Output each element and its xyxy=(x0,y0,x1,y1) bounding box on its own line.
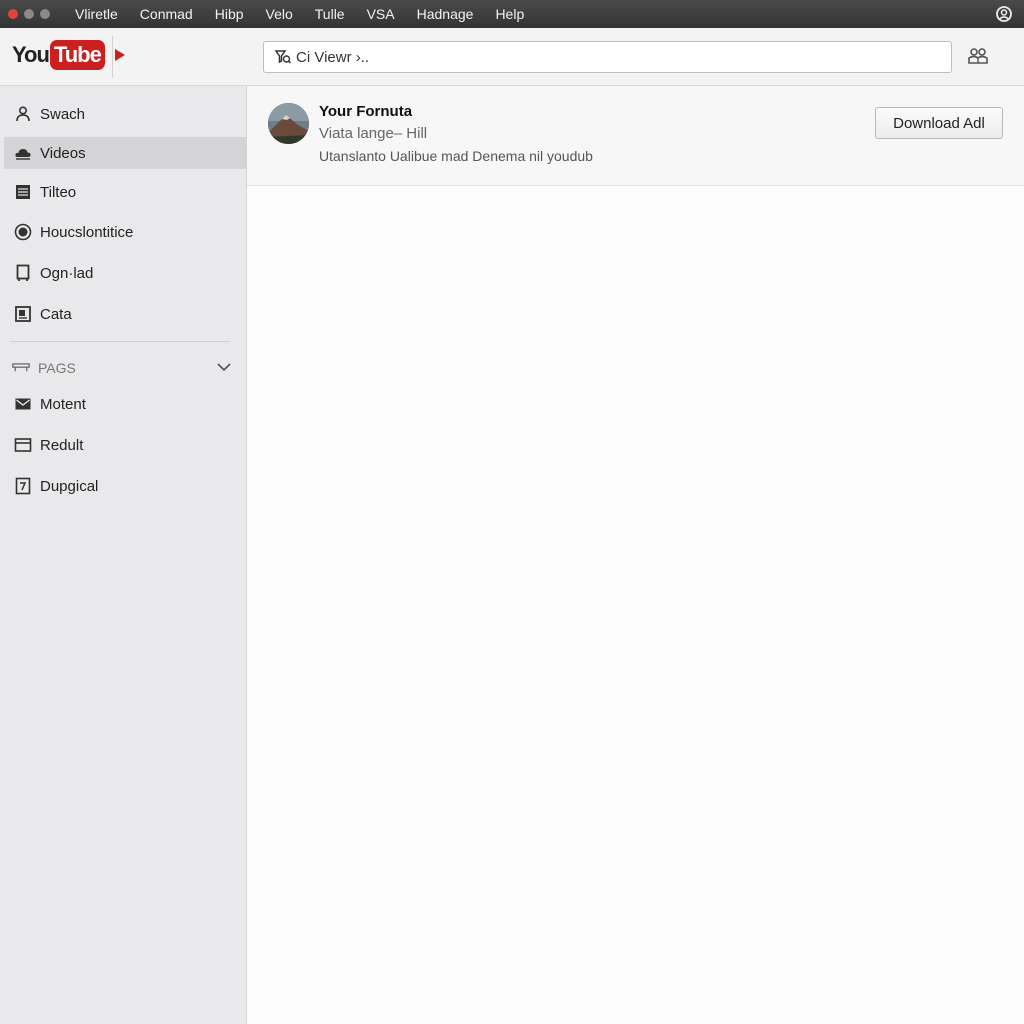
logo-tube-text: Tube xyxy=(49,40,105,70)
sidebar-item-tilteo[interactable]: Tilteo xyxy=(4,176,246,208)
sidebar-item-videos[interactable]: Videos xyxy=(4,137,246,169)
list-icon xyxy=(14,183,32,201)
sidebar-item-label: Tilteo xyxy=(40,183,77,201)
record-icon xyxy=(14,223,32,241)
play-icon xyxy=(114,49,125,61)
zoom-window-button[interactable] xyxy=(40,9,50,19)
menu-item-3[interactable]: Hibp xyxy=(204,0,255,28)
mail-icon xyxy=(14,395,32,413)
menu-item-1[interactable]: Vliretle xyxy=(64,0,129,28)
sidebar-item-cata[interactable]: Cata xyxy=(4,298,246,330)
sidebar-item-label: Houcslontitice xyxy=(40,223,134,241)
sidebar-item-label: Redult xyxy=(40,436,84,454)
toolbar: You Tube xyxy=(0,28,1024,86)
menu-item-6[interactable]: VSA xyxy=(356,0,406,28)
menu-item-help[interactable]: Help xyxy=(484,0,535,28)
download-button[interactable]: Download Adl xyxy=(875,107,1003,139)
search-bar[interactable] xyxy=(263,41,952,73)
chevron-down-icon[interactable] xyxy=(216,360,232,374)
sidebar: Swach Videos Tilteo Houcslontitice Ogn·l… xyxy=(0,86,247,1024)
box-icon xyxy=(14,305,32,323)
minimize-window-button[interactable] xyxy=(24,9,34,19)
sidebar-item-label: Motent xyxy=(40,395,86,413)
sidebar-item-swach[interactable]: Swach xyxy=(4,98,246,130)
menu-bar: Vliretle Conmad Hibp Velo Tulle VSA Hadn… xyxy=(0,0,1024,28)
sidebar-item-label: Cata xyxy=(40,305,72,323)
window-icon xyxy=(14,436,32,454)
menu-item-2[interactable]: Conmad xyxy=(129,0,204,28)
sidebar-item-redult[interactable]: Redult xyxy=(4,429,246,461)
user-circle-icon[interactable] xyxy=(994,4,1014,24)
toolbar-divider xyxy=(112,36,113,78)
sidebar-item-label: Ogn·lad xyxy=(40,264,94,282)
person-icon xyxy=(14,105,32,123)
sidebar-item-houcslontitice[interactable]: Houcslontitice xyxy=(4,216,246,248)
sidebar-item-ognlad[interactable]: Ogn·lad xyxy=(4,257,246,289)
window-controls xyxy=(8,9,50,19)
sidebar-item-motent[interactable]: Motent xyxy=(4,388,246,420)
tray-icon xyxy=(12,359,30,377)
profile-name: Your Fornuta xyxy=(319,103,413,120)
menu-item-4[interactable]: Velo xyxy=(255,0,304,28)
people-icon[interactable] xyxy=(966,46,990,68)
profile-subtitle: Viata lange– Hill xyxy=(319,125,428,142)
section-title: PAGS xyxy=(38,360,76,376)
search-funnel-icon[interactable] xyxy=(274,48,292,66)
close-window-button[interactable] xyxy=(8,9,18,19)
phone-icon xyxy=(14,264,32,282)
sidebar-item-label: Videos xyxy=(40,144,86,162)
logo-you-text: You xyxy=(12,42,50,67)
avatar[interactable] xyxy=(268,103,309,144)
section-header-pags[interactable]: PAGS xyxy=(12,356,232,380)
menu-items: Vliretle Conmad Hibp Velo Tulle VSA Hadn… xyxy=(64,0,535,28)
youtube-logo[interactable]: You Tube xyxy=(12,40,125,70)
sidebar-divider xyxy=(10,341,230,342)
sidebar-item-dupgical[interactable]: Dupgical xyxy=(4,470,246,502)
profile-description: Utanslanto Ualibue mad Denema nil youdub xyxy=(319,148,593,164)
search-input[interactable] xyxy=(296,48,916,66)
main-content: Your Fornuta Viata lange– Hill Utanslant… xyxy=(247,86,1024,1024)
menu-item-5[interactable]: Tulle xyxy=(304,0,356,28)
sidebar-item-label: Dupgical xyxy=(40,477,99,495)
menu-item-7[interactable]: Hadnage xyxy=(406,0,485,28)
profile-card: Your Fornuta Viata lange– Hill Utanslant… xyxy=(247,86,1024,186)
cloud-icon xyxy=(14,144,32,162)
document-icon xyxy=(14,477,32,495)
sidebar-item-label: Swach xyxy=(40,105,86,123)
